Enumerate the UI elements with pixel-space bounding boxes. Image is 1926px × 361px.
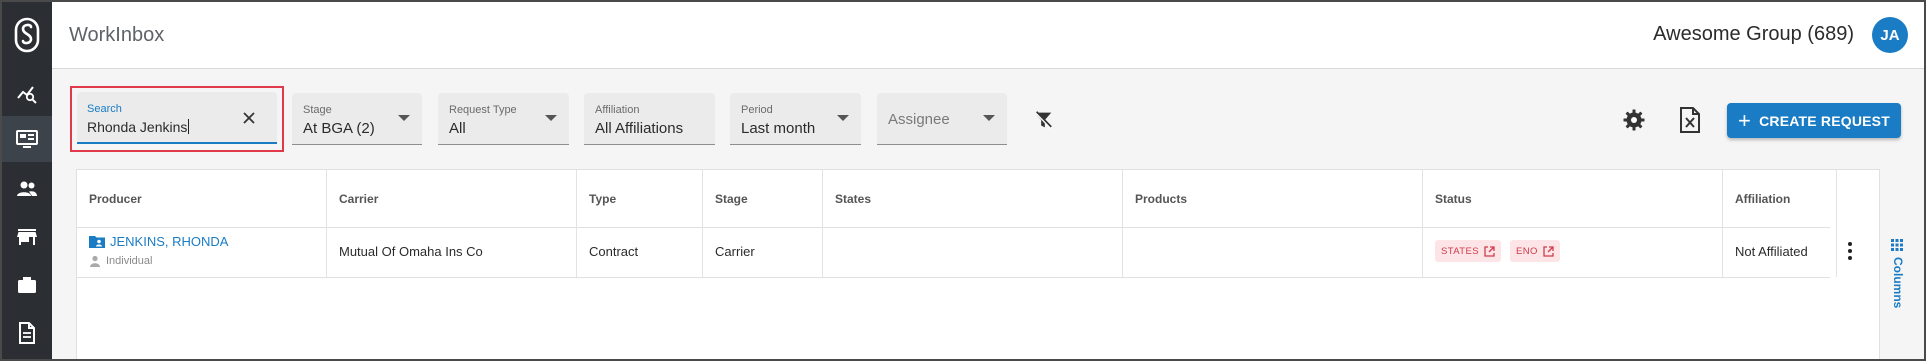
- analytics-icon: [17, 86, 37, 104]
- cell-carrier: Mutual Of Omaha Ins Co: [327, 227, 577, 277]
- people-icon: [17, 181, 37, 196]
- affiliation-value: All Affiliations: [595, 120, 684, 137]
- chevron-down-icon: [545, 115, 557, 121]
- column-header-label: Carrier: [339, 192, 379, 206]
- cell-type: Contract: [577, 227, 703, 277]
- create-request-label: CREATE REQUEST: [1759, 112, 1890, 129]
- briefcase-icon: [18, 277, 36, 293]
- period-label: Period: [741, 104, 773, 116]
- sidebar: [2, 2, 52, 359]
- clear-filters-icon[interactable]: [1032, 109, 1054, 131]
- columns-label: Columns: [1891, 257, 1905, 309]
- chevron-down-icon: [837, 115, 849, 121]
- columns-panel-toggle[interactable]: Columns: [1882, 237, 1912, 327]
- column-header-label: Affiliation: [1735, 192, 1791, 206]
- type-value: Contract: [589, 244, 639, 259]
- open-external-icon: [1484, 245, 1495, 257]
- sidebar-item-briefcase[interactable]: [2, 262, 52, 308]
- status-chip-eno[interactable]: ENO: [1510, 240, 1560, 262]
- cell-producer: JENKINS, RHONDA Individual: [77, 227, 327, 277]
- requests-table: Producer Carrier Type Stage States Produ…: [76, 169, 1880, 359]
- column-header-label: Status: [1435, 192, 1472, 206]
- column-header-affiliation[interactable]: Affiliation: [1723, 170, 1837, 227]
- user-avatar[interactable]: JA: [1872, 17, 1908, 53]
- group-selector[interactable]: Awesome Group (689): [1653, 23, 1854, 46]
- app-logo[interactable]: [2, 2, 52, 68]
- producer-link[interactable]: JENKINS, RHONDA: [89, 234, 228, 249]
- person-icon: [90, 255, 100, 267]
- column-header-label: States: [835, 192, 872, 206]
- export-excel-icon[interactable]: [1678, 106, 1702, 134]
- search-label: Search: [87, 103, 122, 115]
- page-title: WorkInbox: [69, 24, 165, 46]
- column-header-label: Type: [589, 192, 617, 206]
- carrier-value: Mutual Of Omaha Ins Co: [339, 244, 483, 259]
- logo-icon: [14, 17, 40, 53]
- status-chip-label: STATES: [1441, 245, 1479, 257]
- column-header-label: Producer: [89, 192, 142, 206]
- sidebar-item-analytics[interactable]: [2, 70, 52, 116]
- request-type-value: All: [449, 120, 466, 137]
- search-field[interactable]: Search Rhonda Jenkins: [77, 92, 277, 144]
- open-external-icon: [1543, 245, 1554, 257]
- search-input[interactable]: Rhonda Jenkins: [87, 119, 189, 135]
- request-type-select[interactable]: Request Type All: [438, 93, 569, 145]
- sidebar-item-store[interactable]: [2, 214, 52, 260]
- stage-value: At BGA (2): [303, 120, 375, 137]
- table-row[interactable]: JENKINS, RHONDA Individual Mutual Of Oma…: [77, 227, 1837, 278]
- sidebar-item-people[interactable]: [2, 166, 52, 212]
- column-header-products[interactable]: Products: [1123, 170, 1423, 227]
- column-header-states[interactable]: States: [823, 170, 1123, 227]
- table-header-row: Producer Carrier Type Stage States Produ…: [77, 170, 1837, 228]
- stage-select[interactable]: Stage At BGA (2): [292, 93, 422, 145]
- status-chip-states[interactable]: STATES: [1435, 240, 1501, 262]
- assignee-placeholder: Assignee: [888, 111, 950, 128]
- grid-dots-icon: [1891, 239, 1903, 251]
- folder-person-icon: [89, 236, 105, 248]
- period-select[interactable]: Period Last month: [730, 93, 861, 145]
- affiliation-label: Affiliation: [595, 104, 640, 116]
- cell-status: STATES ENO: [1423, 227, 1723, 277]
- column-header-producer[interactable]: Producer: [77, 170, 327, 227]
- stage-value: Carrier: [715, 244, 755, 259]
- stage-label: Stage: [303, 104, 332, 116]
- cell-states: [823, 227, 1123, 277]
- document-icon: [19, 322, 35, 344]
- chevron-down-icon: [398, 115, 410, 121]
- column-header-stage[interactable]: Stage: [703, 170, 823, 227]
- producer-type: Individual: [89, 255, 152, 267]
- column-header-type[interactable]: Type: [577, 170, 703, 227]
- producer-name: JENKINS, RHONDA: [110, 234, 229, 249]
- app-window: WorkInbox Awesome Group (689) JA Search …: [0, 0, 1926, 361]
- inbox-dashboard-icon: [16, 130, 38, 148]
- chevron-down-icon: [983, 115, 995, 121]
- affiliation-field[interactable]: Affiliation All Affiliations: [584, 93, 715, 145]
- plus-icon: +: [1738, 107, 1752, 133]
- status-chip-label: ENO: [1516, 245, 1538, 257]
- producer-type-label: Individual: [106, 255, 153, 267]
- column-header-label: Products: [1135, 192, 1188, 206]
- column-header-label: Stage: [715, 192, 748, 206]
- cell-products: [1123, 227, 1423, 277]
- top-header: WorkInbox Awesome Group (689) JA: [52, 2, 1924, 69]
- settings-gear-icon[interactable]: [1622, 108, 1646, 132]
- store-icon: [17, 229, 37, 245]
- cell-stage: Carrier: [703, 227, 823, 277]
- column-header-status[interactable]: Status: [1423, 170, 1723, 227]
- assignee-select[interactable]: Assignee: [877, 93, 1007, 145]
- clear-search-icon[interactable]: [241, 110, 257, 126]
- period-value: Last month: [741, 120, 816, 137]
- row-more-actions-icon[interactable]: [1838, 239, 1862, 263]
- create-request-button[interactable]: + CREATE REQUEST: [1727, 103, 1901, 138]
- cell-affiliation: Not Affiliated: [1723, 227, 1837, 277]
- affiliation-value: Not Affiliated: [1735, 244, 1808, 259]
- sidebar-item-workinbox[interactable]: [2, 116, 52, 162]
- column-header-carrier[interactable]: Carrier: [327, 170, 577, 227]
- request-type-label: Request Type: [449, 104, 517, 116]
- sidebar-item-documents[interactable]: [2, 310, 52, 356]
